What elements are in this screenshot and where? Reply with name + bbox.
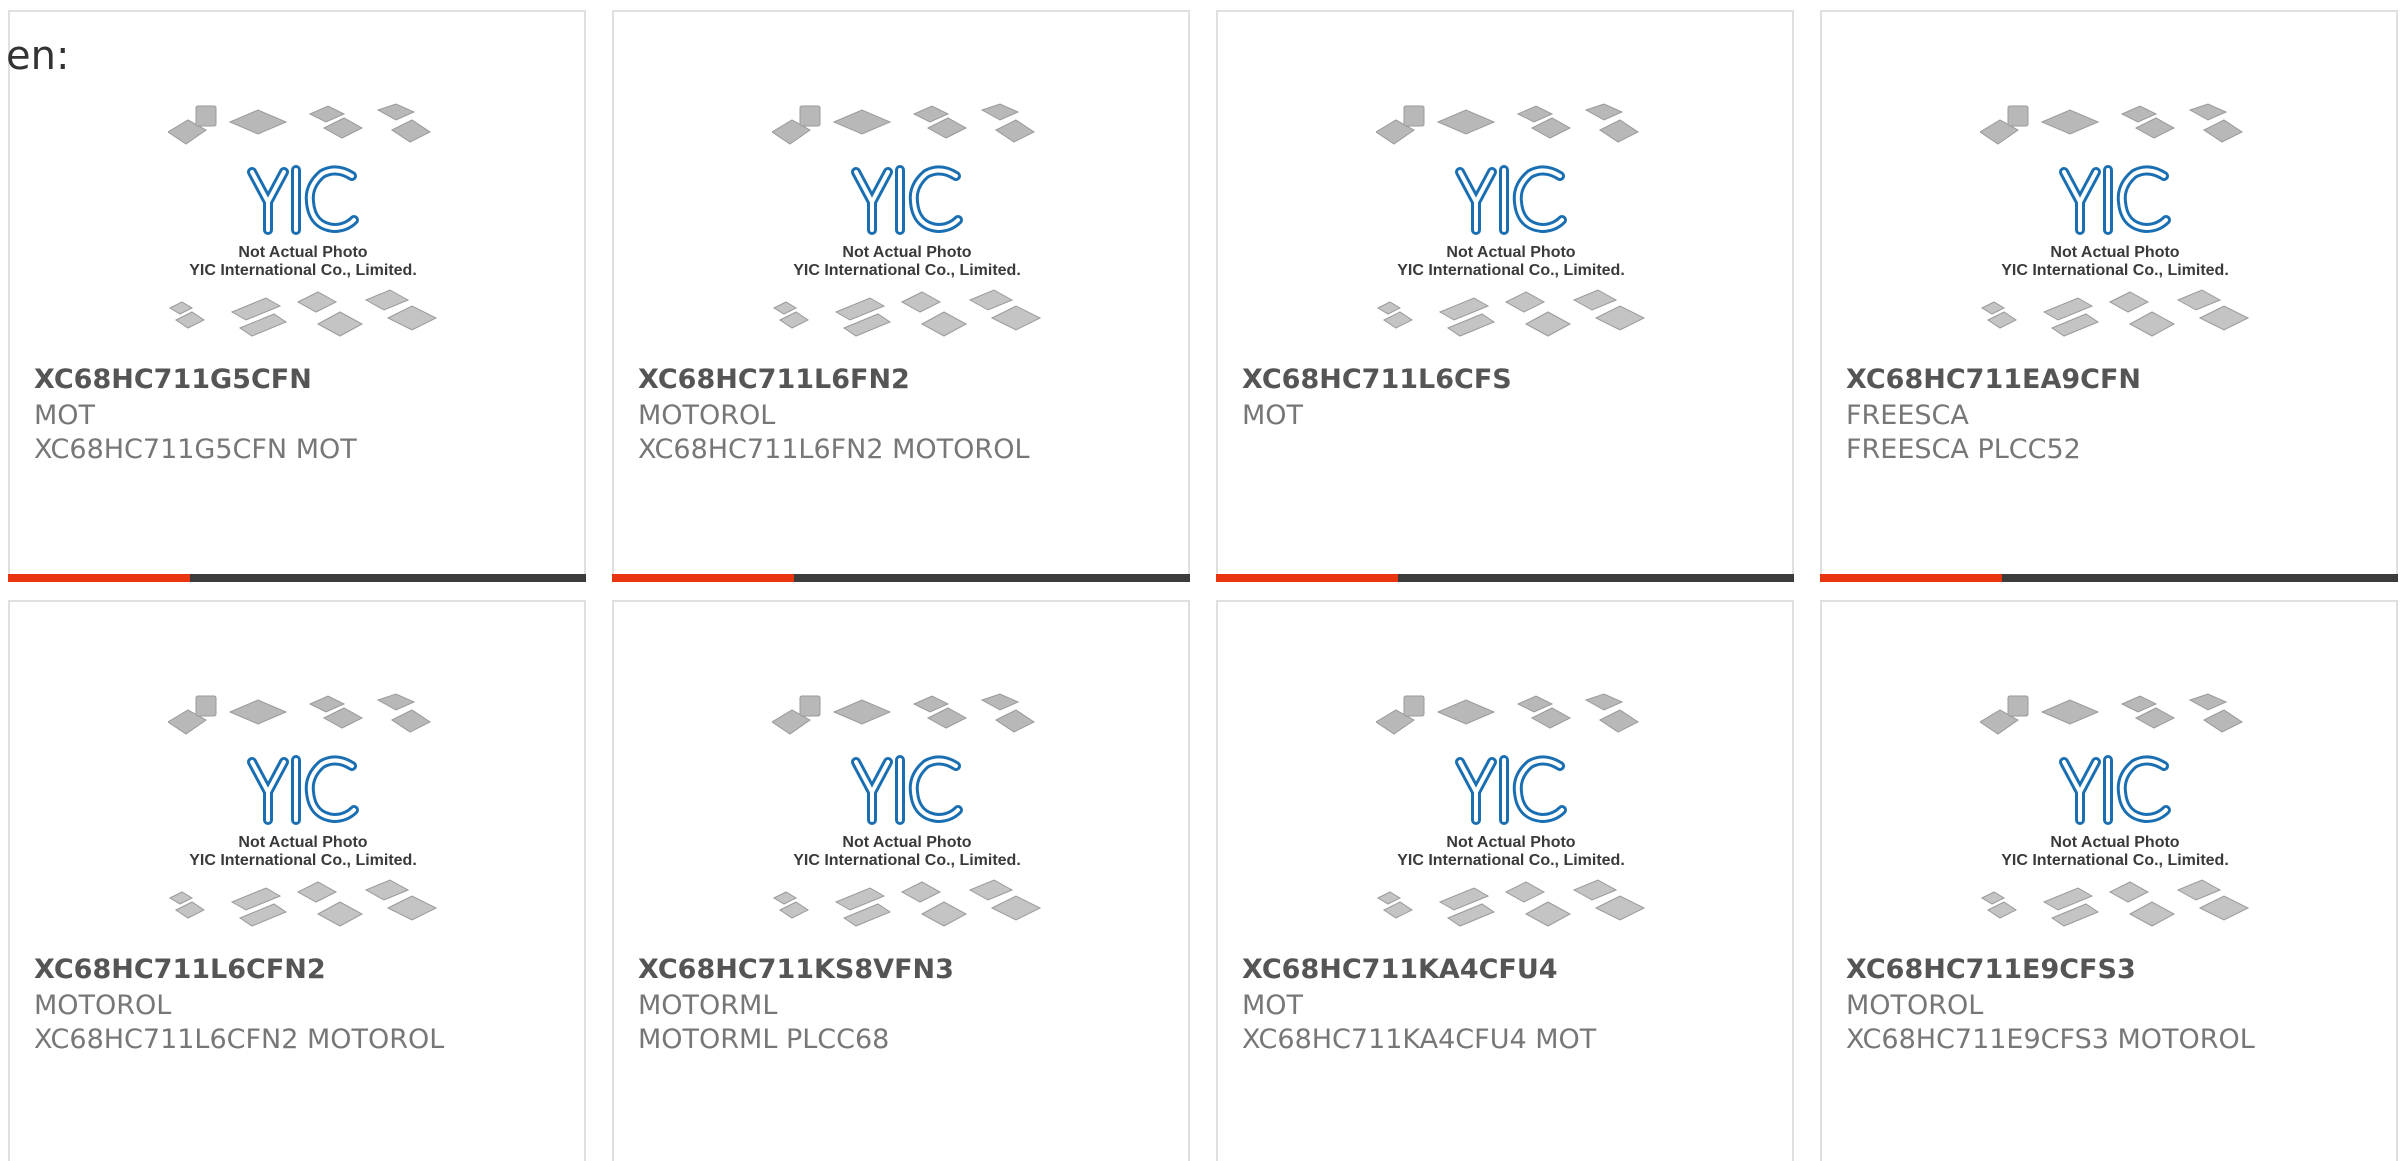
placeholder-chips-image (1980, 693, 2250, 927)
photo-caption-line1: Not Actual Photo (1446, 244, 1576, 261)
language-label: en: (6, 33, 70, 79)
card-footer-bar (1820, 574, 2398, 582)
placeholder-chips-image (168, 103, 438, 337)
part-number-link[interactable]: XC68HC711KA4CFU4 (1242, 954, 1558, 985)
part-number-link[interactable]: XC68HC711EA9CFN (1846, 364, 2141, 395)
description: MOTORML PLCC68 (638, 1024, 890, 1055)
manufacturer: MOTOROL (1846, 990, 1984, 1021)
product-grid-page: en: Not Actual Photo YIC International C… (0, 0, 2400, 1161)
card-accent (1820, 574, 2002, 582)
product-photo[interactable]: Not Actual Photo YIC International Co., … (1980, 102, 2250, 342)
product-card[interactable]: Not Actual Photo YIC International Co., … (8, 600, 586, 1161)
part-number-link[interactable]: XC68HC711L6CFS (1242, 364, 1512, 395)
part-number-link[interactable]: XC68HC711L6CFN2 (34, 954, 326, 985)
product-photo[interactable]: Not Actual Photo YIC International Co., … (1376, 692, 1646, 932)
part-number-link[interactable]: XC68HC711L6FN2 (638, 364, 910, 395)
product-photo[interactable]: Not Actual Photo YIC International Co., … (1376, 102, 1646, 342)
photo-caption-line2: YIC International Co., Limited. (793, 852, 1021, 869)
product-photo[interactable]: Not Actual Photo YIC International Co., … (168, 102, 438, 342)
photo-caption-line1: Not Actual Photo (842, 244, 972, 261)
card-footer-bar (612, 574, 1190, 582)
product-card[interactable]: Not Actual Photo YIC International Co., … (8, 10, 586, 582)
part-number-link[interactable]: XC68HC711KS8VFN3 (638, 954, 954, 985)
photo-caption-line2: YIC International Co., Limited. (793, 262, 1021, 279)
photo-caption-line1: Not Actual Photo (238, 834, 368, 851)
placeholder-chips-image (1376, 103, 1646, 337)
photo-caption-line1: Not Actual Photo (238, 244, 368, 261)
manufacturer: MOT (1242, 400, 1304, 431)
photo-caption-line2: YIC International Co., Limited. (1397, 262, 1625, 279)
description: XC68HC711KA4CFU4 MOT (1242, 1024, 1597, 1055)
yic-logo (247, 165, 359, 235)
placeholder-chips-image (1376, 693, 1646, 927)
photo-caption-line2: YIC International Co., Limited. (1397, 852, 1625, 869)
placeholder-chips-image (1980, 103, 2250, 337)
placeholder-chips-image (168, 693, 438, 927)
card-footer-bar (8, 574, 586, 582)
description: XC68HC711L6FN2 MOTOROL (638, 434, 1030, 465)
card-footer-bar (1216, 574, 1794, 582)
photo-caption-line2: YIC International Co., Limited. (2001, 852, 2229, 869)
photo-caption-line2: YIC International Co., Limited. (2001, 262, 2229, 279)
card-accent (612, 574, 794, 582)
manufacturer: MOTOROL (34, 990, 172, 1021)
product-card[interactable]: Not Actual Photo YIC International Co., … (612, 10, 1190, 582)
description: XC68HC711E9CFS3 MOTOROL (1846, 1024, 2255, 1055)
product-card[interactable]: Not Actual Photo YIC International Co., … (1216, 10, 1794, 582)
product-card[interactable]: Not Actual Photo YIC International Co., … (612, 600, 1190, 1161)
manufacturer: MOT (1242, 990, 1304, 1021)
product-card[interactable]: Not Actual Photo YIC International Co., … (1820, 10, 2398, 582)
description: FREESCA PLCC52 (1846, 434, 2081, 465)
product-photo[interactable]: Not Actual Photo YIC International Co., … (168, 692, 438, 932)
product-photo[interactable]: Not Actual Photo YIC International Co., … (1980, 692, 2250, 932)
placeholder-chips-image (772, 103, 1042, 337)
part-number-link[interactable]: XC68HC711G5CFN (34, 364, 312, 395)
description: XC68HC711L6CFN2 MOTOROL (34, 1024, 445, 1055)
manufacturer: FREESCA (1846, 400, 1969, 431)
manufacturer: MOTOROL (638, 400, 776, 431)
photo-caption-line2: YIC International Co., Limited. (189, 852, 417, 869)
photo-caption-line1: Not Actual Photo (2050, 244, 2180, 261)
photo-caption-line1: Not Actual Photo (2050, 834, 2180, 851)
card-accent (1216, 574, 1398, 582)
photo-caption-line1: Not Actual Photo (1446, 834, 1576, 851)
photo-caption-line2: YIC International Co., Limited. (189, 262, 417, 279)
description: XC68HC711G5CFN MOT (34, 434, 357, 465)
card-accent (8, 574, 190, 582)
manufacturer: MOTORML (638, 990, 778, 1021)
product-card[interactable]: Not Actual Photo YIC International Co., … (1216, 600, 1794, 1161)
product-photo[interactable]: Not Actual Photo YIC International Co., … (772, 692, 1042, 932)
placeholder-chips-image (772, 693, 1042, 927)
photo-caption-line1: Not Actual Photo (842, 834, 972, 851)
product-card[interactable]: Not Actual Photo YIC International Co., … (1820, 600, 2398, 1161)
product-photo[interactable]: Not Actual Photo YIC International Co., … (772, 102, 1042, 342)
part-number-link[interactable]: XC68HC711E9CFS3 (1846, 954, 2136, 985)
manufacturer: MOT (34, 400, 96, 431)
